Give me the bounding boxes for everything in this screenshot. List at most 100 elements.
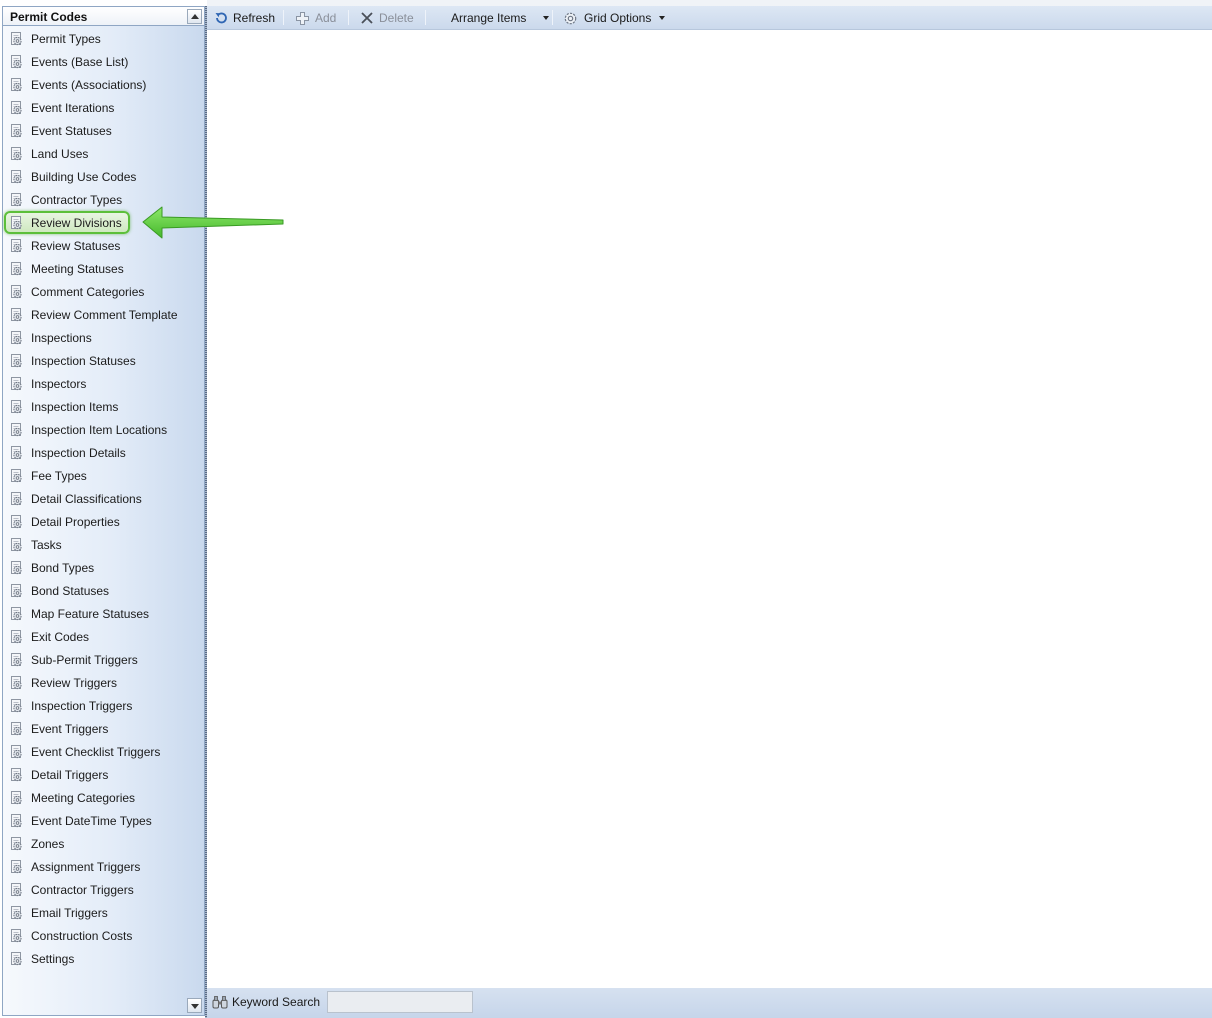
sidebar-item[interactable]: Permit Types xyxy=(3,27,204,50)
gear-document-icon xyxy=(8,467,25,484)
gear-document-icon xyxy=(8,858,25,875)
sidebar-item[interactable]: Meeting Statuses xyxy=(3,257,204,280)
scroll-up-button[interactable] xyxy=(187,9,202,24)
sidebar-item[interactable]: Zones xyxy=(3,832,204,855)
sidebar-item[interactable]: Building Use Codes xyxy=(3,165,204,188)
sidebar-item-label: Inspections xyxy=(31,330,92,345)
sidebar-item[interactable]: Inspection Triggers xyxy=(3,694,204,717)
sidebar-item[interactable]: Inspection Details xyxy=(3,441,204,464)
gear-document-icon xyxy=(8,582,25,599)
add-button[interactable]: Add xyxy=(295,6,336,30)
panel-title: Permit Codes xyxy=(10,10,88,24)
gear-document-icon xyxy=(8,536,25,553)
sidebar-item-label: Inspection Statuses xyxy=(31,353,136,368)
gear-document-icon xyxy=(8,214,25,231)
sidebar-item[interactable]: Event Iterations xyxy=(3,96,204,119)
green-arrow-icon xyxy=(142,206,284,239)
keyword-search-input[interactable] xyxy=(327,991,473,1013)
sidebar-item[interactable]: Assignment Triggers xyxy=(3,855,204,878)
sidebar-item-label: Event Iterations xyxy=(31,100,115,115)
gear-document-icon xyxy=(8,168,25,185)
sidebar-item-label: Review Statuses xyxy=(31,238,121,253)
sidebar-item[interactable]: Event Triggers xyxy=(3,717,204,740)
grid-area[interactable] xyxy=(207,31,1212,988)
sidebar-item[interactable]: Meeting Categories xyxy=(3,786,204,809)
sidebar-item[interactable]: Settings xyxy=(3,947,204,970)
sidebar-item[interactable]: Inspectors xyxy=(3,372,204,395)
sidebar-item[interactable]: Comment Categories xyxy=(3,280,204,303)
permit-codes-panel: Permit Codes Permit Types Events (Base Li… xyxy=(2,6,205,1016)
sidebar-item[interactable]: Sub-Permit Triggers xyxy=(3,648,204,671)
refresh-icon xyxy=(215,12,227,24)
sidebar-item[interactable]: Exit Codes xyxy=(3,625,204,648)
scroll-down-button[interactable] xyxy=(187,998,202,1013)
gear-document-icon xyxy=(8,398,25,415)
sidebar-item[interactable]: Event Statuses xyxy=(3,119,204,142)
sidebar-item[interactable]: Detail Triggers xyxy=(3,763,204,786)
sidebar-item[interactable]: Land Uses xyxy=(3,142,204,165)
gear-document-icon xyxy=(8,812,25,829)
gear-document-icon xyxy=(8,904,25,921)
sidebar-item-label: Events (Associations) xyxy=(31,77,147,92)
gear-document-icon xyxy=(8,605,25,622)
search-bar: Keyword Search xyxy=(207,988,1212,1018)
sidebar-item[interactable]: Events (Base List) xyxy=(3,50,204,73)
sidebar-item-label: Construction Costs xyxy=(31,928,133,943)
gear-document-icon xyxy=(8,237,25,254)
arrange-items-dropdown[interactable]: Arrange Items xyxy=(451,6,550,30)
sidebar-item-label: Events (Base List) xyxy=(31,54,129,69)
sidebar-item-label: Map Feature Statuses xyxy=(31,606,150,621)
gear-document-icon xyxy=(8,375,25,392)
sidebar-item[interactable]: Fee Types xyxy=(3,464,204,487)
gear-document-icon xyxy=(8,881,25,898)
sidebar-item[interactable]: Events (Associations) xyxy=(3,73,204,96)
sidebar-item[interactable]: Event DateTime Types xyxy=(3,809,204,832)
sidebar-item[interactable]: Bond Statuses xyxy=(3,579,204,602)
sidebar-item[interactable]: Detail Properties xyxy=(3,510,204,533)
sidebar-item-label: Detail Classifications xyxy=(31,491,142,506)
sidebar-item[interactable]: Construction Costs xyxy=(3,924,204,947)
sidebar-item-label: Inspection Item Locations xyxy=(31,422,168,437)
sidebar-item-label: Review Comment Template xyxy=(31,307,178,322)
sidebar-item[interactable]: Event Checklist Triggers xyxy=(3,740,204,763)
refresh-button[interactable]: Refresh xyxy=(214,6,275,30)
sidebar-item[interactable]: Bond Types xyxy=(3,556,204,579)
binoculars-icon xyxy=(212,995,228,1008)
chevron-down-icon xyxy=(543,16,550,20)
sidebar-item-label: Assignment Triggers xyxy=(31,859,141,874)
grid-options-dropdown[interactable]: Grid Options xyxy=(562,6,666,30)
gear-document-icon xyxy=(8,283,25,300)
add-label: Add xyxy=(315,11,337,25)
gear-document-icon xyxy=(8,306,25,323)
sidebar-item[interactable]: Detail Classifications xyxy=(3,487,204,510)
sidebar-item[interactable]: Tasks xyxy=(3,533,204,556)
toolbar-separator xyxy=(283,10,284,25)
sidebar-item[interactable]: Inspection Statuses xyxy=(3,349,204,372)
delete-button[interactable]: Delete xyxy=(360,6,414,30)
sidebar-item[interactable]: Inspection Item Locations xyxy=(3,418,204,441)
gear-document-icon xyxy=(8,53,25,70)
gear-document-icon xyxy=(8,99,25,116)
gear-document-icon xyxy=(8,444,25,461)
toolbar-separator xyxy=(425,10,426,25)
sidebar-item[interactable]: Contractor Triggers xyxy=(3,878,204,901)
sidebar-item[interactable]: Map Feature Statuses xyxy=(3,602,204,625)
delete-label: Delete xyxy=(379,11,414,25)
gear-document-icon xyxy=(8,559,25,576)
gear-document-icon xyxy=(8,30,25,47)
sidebar-item-label: Event Statuses xyxy=(31,123,112,138)
gear-document-icon xyxy=(8,789,25,806)
gear-document-icon xyxy=(8,352,25,369)
permit-codes-list: Permit Types Events (Base List) Events (As… xyxy=(3,27,204,970)
sidebar-item[interactable]: Email Triggers xyxy=(3,901,204,924)
toolbar-separator xyxy=(348,10,349,25)
gear-document-icon xyxy=(8,743,25,760)
sidebar-item-label: Inspectors xyxy=(31,376,87,391)
sidebar-item[interactable]: Review Triggers xyxy=(3,671,204,694)
sidebar-item[interactable]: Review Comment Template xyxy=(3,303,204,326)
gear-document-icon xyxy=(8,766,25,783)
sidebar-item-label: Meeting Statuses xyxy=(31,261,124,276)
sidebar-item[interactable]: Inspections xyxy=(3,326,204,349)
sidebar-item-label: Inspection Details xyxy=(31,445,126,460)
sidebar-item[interactable]: Inspection Items xyxy=(3,395,204,418)
